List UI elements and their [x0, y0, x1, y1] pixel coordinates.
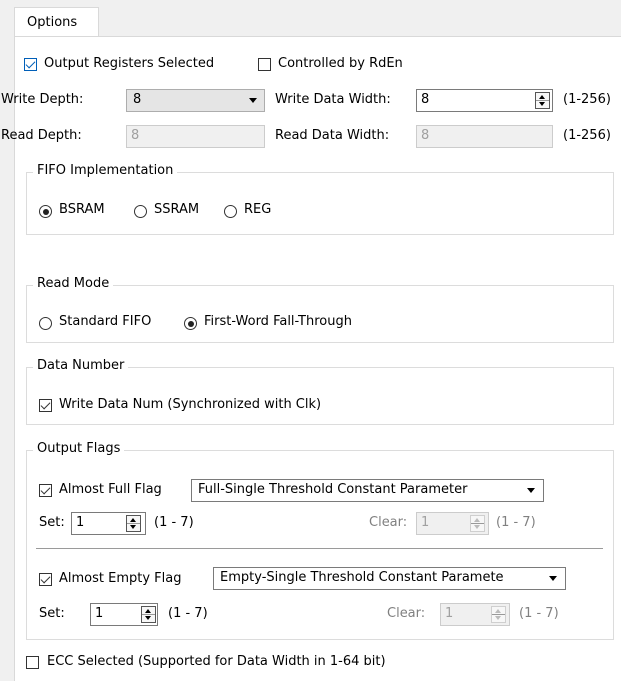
tab-strip: Options — [0, 0, 621, 37]
controlled-by-rden-checkbox[interactable] — [258, 58, 271, 71]
spin-divider — [471, 523, 484, 524]
almost-empty-set-range: (1 - 7) — [168, 606, 208, 621]
almost-empty-clear-range: (1 - 7) — [519, 606, 559, 621]
divider — [36, 548, 603, 549]
fifo-implementation-group — [26, 172, 614, 235]
read-data-width-value: 8 — [421, 128, 430, 143]
ecc-label: ECC Selected (Supported for Data Width i… — [47, 654, 386, 669]
almost-empty-label: Almost Empty Flag — [59, 571, 182, 586]
read-data-width-range: (1-256) — [563, 128, 611, 143]
radio-standard-fifo-label: Standard FIFO — [59, 314, 152, 329]
read-depth-field: 8 — [126, 125, 265, 148]
output-registers-label: Output Registers Selected — [44, 56, 215, 71]
read-mode-title: Read Mode — [33, 276, 114, 291]
almost-empty-set-spinner[interactable] — [141, 606, 156, 623]
radio-ssram[interactable] — [134, 205, 147, 218]
radio-ssram-label: SSRAM — [154, 202, 200, 217]
spin-down-icon — [145, 616, 151, 620]
almost-full-clear-range: (1 - 7) — [496, 515, 536, 530]
write-data-width-spinner[interactable] — [535, 92, 550, 109]
chevron-down-icon — [549, 576, 557, 581]
data-number-group — [26, 367, 614, 425]
almost-empty-mode-select[interactable]: Empty-Single Threshold Constant Parametе — [213, 567, 566, 590]
spin-down-icon — [130, 525, 136, 529]
tab-options[interactable]: Options — [14, 7, 99, 37]
spin-up-icon — [474, 518, 480, 522]
spin-down-icon — [539, 102, 545, 106]
spin-divider — [492, 614, 505, 615]
spin-divider — [127, 523, 140, 524]
spin-up-icon — [495, 609, 501, 613]
radio-reg[interactable] — [224, 205, 237, 218]
almost-full-set-value: 1 — [76, 515, 85, 530]
almost-empty-set-label: Set: — [39, 606, 65, 621]
almost-empty-clear-spinner — [491, 606, 506, 623]
radio-bsram-label: BSRAM — [59, 202, 105, 217]
almost-full-clear-label: Clear: — [369, 515, 408, 530]
almost-full-clear-value: 1 — [421, 515, 430, 530]
write-data-width-label: Write Data Width: — [275, 92, 391, 107]
write-data-width-value: 8 — [421, 92, 430, 107]
fifo-implementation-title: FIFO Implementation — [33, 163, 178, 178]
almost-empty-clear-label: Clear: — [387, 606, 426, 621]
almost-full-mode-value: Full-Single Threshold Constant Parameter — [198, 482, 468, 497]
write-data-width-field[interactable]: 8 — [416, 89, 553, 112]
chevron-down-icon — [527, 488, 535, 493]
radio-first-word-fall-through-label: First-Word Fall-Through — [204, 314, 352, 329]
read-data-width-label: Read Data Width: — [275, 128, 390, 143]
ecc-checkbox[interactable] — [26, 656, 39, 669]
radio-standard-fifo[interactable] — [39, 317, 52, 330]
read-data-width-field: 8 — [416, 125, 553, 148]
radio-first-word-fall-through[interactable] — [184, 317, 197, 330]
write-data-num-label: Write Data Num (Synchronized with Clk) — [59, 397, 322, 412]
output-registers-checkbox[interactable] — [24, 58, 37, 71]
output-flags-title: Output Flags — [33, 441, 125, 456]
write-data-num-checkbox[interactable] — [39, 399, 52, 412]
spin-up-icon — [130, 518, 136, 522]
spin-down-icon — [495, 616, 501, 620]
almost-full-label: Almost Full Flag — [59, 482, 162, 497]
write-depth-value: 8 — [133, 92, 142, 107]
radio-reg-label: REG — [244, 202, 272, 217]
controlled-by-rden-label: Controlled by RdEn — [278, 56, 403, 71]
almost-full-checkbox[interactable] — [39, 484, 52, 497]
write-data-width-range: (1-256) — [563, 92, 611, 107]
read-depth-value: 8 — [131, 128, 140, 143]
spin-down-icon — [474, 525, 480, 529]
spin-divider — [142, 614, 155, 615]
almost-full-mode-select[interactable]: Full-Single Threshold Constant Parameter — [191, 479, 544, 502]
almost-empty-mode-value: Empty-Single Threshold Constant Parametе — [220, 570, 504, 585]
write-depth-select[interactable]: 8 — [126, 89, 265, 112]
spin-up-icon — [539, 95, 545, 99]
almost-full-set-label: Set: — [39, 515, 65, 530]
chevron-down-icon — [249, 98, 257, 103]
almost-empty-clear-value: 1 — [445, 606, 454, 621]
almost-empty-checkbox[interactable] — [39, 573, 52, 586]
almost-empty-set-value: 1 — [95, 606, 104, 621]
write-depth-label: Write Depth: — [1, 92, 84, 107]
read-depth-label: Read Depth: — [1, 128, 82, 143]
spin-divider — [536, 100, 549, 101]
almost-full-set-range: (1 - 7) — [154, 515, 194, 530]
radio-bsram[interactable] — [39, 205, 52, 218]
spin-up-icon — [145, 609, 151, 613]
almost-full-set-spinner[interactable] — [126, 515, 141, 532]
almost-full-clear-spinner — [470, 515, 485, 532]
data-number-title: Data Number — [33, 358, 129, 373]
